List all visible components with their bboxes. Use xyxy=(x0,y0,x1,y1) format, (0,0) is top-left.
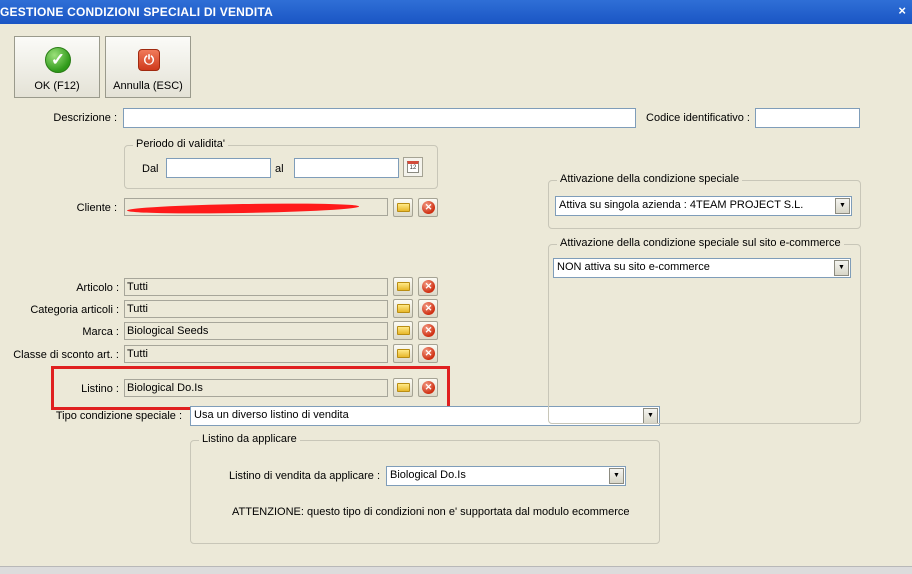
listino-applicare-label: Listino di vendita da applicare : xyxy=(228,470,380,482)
dialog-body: ✓ OK (F12) ⏻ Annulla (ESC) Descrizione :… xyxy=(0,24,912,573)
attivazione-title: Attivazione della condizione speciale xyxy=(557,173,743,185)
calendar-icon[interactable]: 12 xyxy=(403,157,423,177)
folder-icon[interactable] xyxy=(393,198,413,217)
listino-applicare-select[interactable]: Biological Do.Is ▼ xyxy=(386,466,626,486)
dal-input[interactable] xyxy=(166,158,271,178)
delete-icon[interactable]: ✕ xyxy=(418,277,438,296)
listino-applicare-group: Listino da applicare xyxy=(190,433,660,544)
chevron-down-icon[interactable]: ▼ xyxy=(835,198,850,214)
articolo-field: Tutti xyxy=(124,278,388,296)
delete-icon[interactable]: ✕ xyxy=(418,344,438,363)
classe-label: Classe di sconto art. : xyxy=(13,349,119,361)
folder-icon[interactable] xyxy=(393,277,413,296)
listino-applicare-value: Biological Do.Is xyxy=(390,469,466,481)
al-label: al xyxy=(275,163,284,175)
listino-applicare-title: Listino da applicare xyxy=(199,433,300,445)
attivazione-select[interactable]: Attiva su singola azienda : 4TEAM PROJEC… xyxy=(555,196,852,216)
categoria-field: Tutti xyxy=(124,300,388,318)
window-title: GESTIONE CONDIZIONI SPECIALI DI VENDITA xyxy=(0,5,273,19)
delete-icon[interactable]: ✕ xyxy=(418,198,438,217)
check-icon: ✓ xyxy=(45,47,71,73)
descrizione-label: Descrizione : xyxy=(53,112,117,124)
classe-field: Tutti xyxy=(124,345,388,363)
cliente-label: Cliente : xyxy=(76,202,117,214)
chevron-down-icon[interactable]: ▼ xyxy=(609,468,624,484)
attivazione-ecommerce-value: NON attiva su sito e-commerce xyxy=(557,261,710,273)
attivazione-value: Attiva su singola azienda : 4TEAM PROJEC… xyxy=(559,199,804,211)
attivazione-ecommerce-title: Attivazione della condizione speciale su… xyxy=(557,237,844,249)
power-icon: ⏻ xyxy=(138,49,160,71)
close-icon[interactable]: × xyxy=(898,3,906,18)
marca-field: Biological Seeds xyxy=(124,322,388,340)
title-bar: GESTIONE CONDIZIONI SPECIALI DI VENDITA … xyxy=(0,0,912,24)
chevron-down-icon[interactable]: ▼ xyxy=(834,260,849,276)
ecommerce-warning: ATTENZIONE: questo tipo di condizioni no… xyxy=(232,506,630,518)
categoria-label: Categoria articoli : xyxy=(30,304,119,316)
marca-label: Marca : xyxy=(82,326,119,338)
codice-input[interactable] xyxy=(755,108,860,128)
tipo-value: Usa un diverso listino di vendita xyxy=(194,409,349,421)
tipo-label: Tipo condizione speciale : xyxy=(55,410,182,422)
folder-icon[interactable] xyxy=(393,344,413,363)
ok-button-label: OK (F12) xyxy=(34,80,80,92)
delete-icon[interactable]: ✕ xyxy=(418,321,438,340)
highlight-box xyxy=(51,366,450,410)
periodo-title: Periodo di validita' xyxy=(133,138,228,150)
dal-label: Dal xyxy=(142,163,159,175)
descrizione-input[interactable] xyxy=(123,108,636,128)
al-input[interactable] xyxy=(294,158,399,178)
delete-icon[interactable]: ✕ xyxy=(418,299,438,318)
articolo-label: Articolo : xyxy=(76,282,119,294)
attivazione-ecommerce-select[interactable]: NON attiva su sito e-commerce ▼ xyxy=(553,258,851,278)
folder-icon[interactable] xyxy=(393,299,413,318)
cancel-button-label: Annulla (ESC) xyxy=(113,80,183,92)
folder-icon[interactable] xyxy=(393,321,413,340)
ok-button[interactable]: ✓ OK (F12) xyxy=(14,36,100,98)
cancel-button[interactable]: ⏻ Annulla (ESC) xyxy=(105,36,191,98)
codice-label: Codice identificativo : xyxy=(646,112,750,124)
